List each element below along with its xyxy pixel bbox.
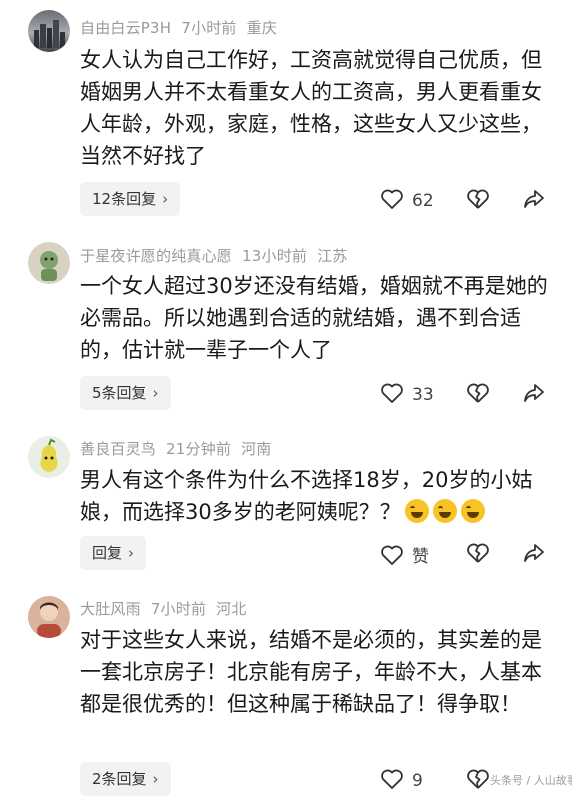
reply-count-label: 2条回复 — [92, 770, 147, 788]
comment-location: 重庆 — [246, 19, 278, 37]
comment-location: 江苏 — [317, 247, 348, 265]
comment-meta: 大肚风雨 7小时前 河北 — [80, 598, 257, 619]
comment-text-block: 男人有这个条件为什么不选择18岁，20岁的小姑娘，而选择30多岁的老阿姨呢？？ — [80, 464, 550, 528]
broken-heart-icon — [467, 383, 489, 403]
share-button[interactable] — [522, 382, 546, 408]
username[interactable]: 自由白云P3H — [80, 19, 171, 37]
like-button[interactable]: 62 — [380, 188, 434, 211]
share-button[interactable] — [522, 542, 546, 568]
heart-icon — [381, 189, 403, 209]
view-replies-button[interactable]: 2条回复 › — [80, 762, 171, 796]
comment-time: 7小时前 — [181, 19, 237, 37]
dislike-button[interactable] — [466, 542, 490, 568]
laugh-cry-emoji-icon — [432, 499, 457, 523]
person-avatar-icon — [37, 602, 61, 638]
pear-avatar-icon — [40, 438, 58, 472]
comment-time: 7小时前 — [150, 600, 207, 618]
chevron-right-icon: › — [128, 544, 135, 562]
cartoon-avatar-icon — [40, 251, 58, 281]
comment-text: 对于这些女人来说，结婚不是必须的，其实差的是一套北京房子！北京能有房子，年龄不大… — [80, 628, 542, 716]
comment-text: 一个女人超过30岁还没有结婚，婚姻就不再是她的必需品。所以她遇到合适的就结婚，遇… — [80, 274, 548, 362]
avatar[interactable] — [28, 10, 70, 52]
laugh-cry-emoji-icon — [460, 499, 485, 523]
reply-count-label: 12条回复 — [92, 190, 157, 208]
broken-heart-icon — [467, 769, 489, 789]
comment-location: 河南 — [241, 440, 272, 458]
username[interactable]: 善良百灵鸟 — [80, 440, 156, 458]
heart-icon — [381, 769, 403, 789]
heart-icon — [381, 383, 403, 403]
reply-label: 回复 — [92, 544, 123, 562]
comment-meta: 善良百灵鸟 21分钟前 河南 — [80, 438, 282, 459]
comment-meta: 自由白云P3H 7小时前 重庆 — [80, 17, 287, 38]
city-skyline-icon — [34, 20, 65, 48]
dislike-button[interactable] — [466, 768, 490, 794]
reply-button[interactable]: 回复 › — [80, 536, 147, 570]
comment-text: 女人认为自己工作好，工资高就觉得自己优质，但婚姻男人并不太看重女人的工资高，男人… — [80, 48, 542, 168]
chevron-right-icon: › — [162, 190, 169, 208]
laugh-cry-emoji-icon — [404, 499, 429, 523]
comment-location: 河北 — [216, 600, 247, 618]
avatar[interactable] — [28, 596, 70, 638]
like-button[interactable]: 9 — [380, 768, 423, 791]
like-button[interactable]: 33 — [380, 382, 434, 405]
like-count: 62 — [412, 191, 434, 211]
share-arrow-icon — [524, 190, 544, 208]
like-count: 33 — [412, 385, 434, 405]
like-count: 赞 — [412, 547, 429, 567]
share-arrow-icon — [524, 544, 544, 562]
reply-count-label: 5条回复 — [92, 384, 147, 402]
chevron-right-icon: › — [152, 384, 159, 402]
like-count: 9 — [412, 771, 423, 791]
chevron-right-icon: › — [152, 770, 159, 788]
share-button[interactable] — [522, 188, 546, 214]
share-arrow-icon — [524, 384, 544, 402]
broken-heart-icon — [467, 543, 489, 563]
watermark: 头条号 / 人山故事 — [490, 774, 572, 787]
avatar[interactable] — [28, 242, 70, 284]
comment-time: 13小时前 — [242, 247, 308, 265]
like-button[interactable]: 赞 — [380, 542, 429, 567]
username[interactable]: 于星夜许愿的纯真心愿 — [80, 247, 232, 265]
avatar[interactable] — [28, 436, 70, 478]
broken-heart-icon — [467, 189, 489, 209]
comment-meta: 于星夜许愿的纯真心愿 13小时前 江苏 — [80, 245, 358, 266]
dislike-button[interactable] — [466, 188, 490, 214]
username[interactable]: 大肚风雨 — [80, 600, 141, 618]
heart-icon — [381, 545, 403, 565]
view-replies-button[interactable]: 5条回复 › — [80, 376, 171, 410]
comment-time: 21分钟前 — [166, 440, 232, 458]
dislike-button[interactable] — [466, 382, 490, 408]
view-replies-button[interactable]: 12条回复 › — [80, 182, 181, 216]
